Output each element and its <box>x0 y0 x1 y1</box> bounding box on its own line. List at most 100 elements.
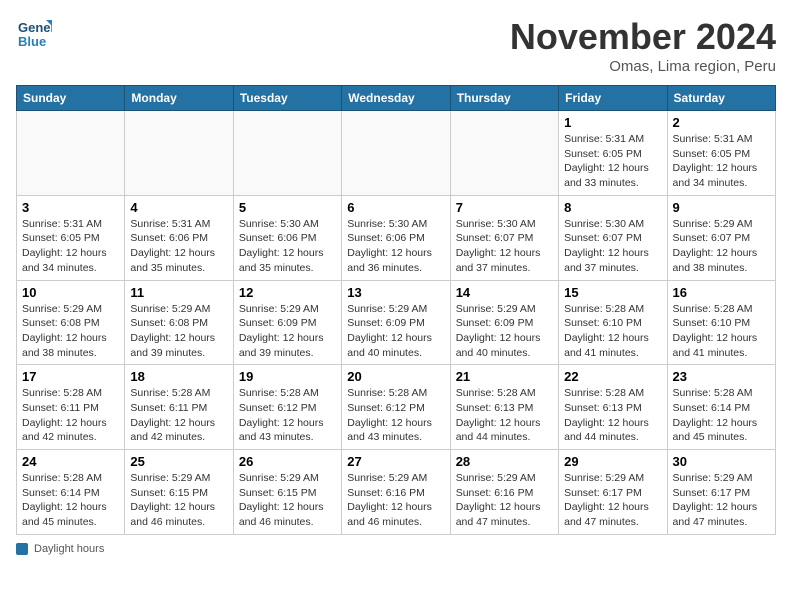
logo-icon: General Blue <box>16 16 52 52</box>
day-number: 5 <box>239 200 336 215</box>
day-info: Sunrise: 5:30 AM Sunset: 6:06 PM Dayligh… <box>239 217 336 276</box>
calendar-cell: 24Sunrise: 5:28 AM Sunset: 6:14 PM Dayli… <box>17 450 125 535</box>
day-info: Sunrise: 5:31 AM Sunset: 6:05 PM Dayligh… <box>673 132 770 191</box>
day-info: Sunrise: 5:29 AM Sunset: 6:16 PM Dayligh… <box>456 471 553 530</box>
weekday-header-wednesday: Wednesday <box>342 86 450 111</box>
day-number: 30 <box>673 454 770 469</box>
calendar-cell: 6 Sunrise: 5:30 AM Sunset: 6:06 PM Daylig… <box>342 195 450 280</box>
calendar-week-2: 10 Sunrise: 5:29 AM Sunset: 6:08 PM Dayli… <box>17 280 776 365</box>
day-number: 20 <box>347 369 444 384</box>
day-info: Sunrise: 5:31 AM Sunset: 6:05 PM Dayligh… <box>564 132 661 191</box>
weekday-header-tuesday: Tuesday <box>233 86 341 111</box>
day-number: 21 <box>456 369 553 384</box>
day-info: Sunrise: 5:29 AM Sunset: 6:09 PM Dayligh… <box>347 302 444 361</box>
day-info: Sunrise: 5:28 AM Sunset: 6:12 PM Dayligh… <box>347 386 444 445</box>
calendar-cell: 17 Sunrise: 5:28 AM Sunset: 6:11 PM Dayli… <box>17 365 125 450</box>
calendar-footer: Daylight hours <box>16 543 776 555</box>
day-number: 26 <box>239 454 336 469</box>
day-info: Sunrise: 5:28 AM Sunset: 6:14 PM Dayligh… <box>673 386 770 445</box>
day-info: Sunrise: 5:29 AM Sunset: 6:08 PM Dayligh… <box>130 302 227 361</box>
calendar-cell <box>342 111 450 196</box>
day-number: 29 <box>564 454 661 469</box>
weekday-header-friday: Friday <box>559 86 667 111</box>
calendar-cell <box>233 111 341 196</box>
day-number: 18 <box>130 369 227 384</box>
day-info: Sunrise: 5:30 AM Sunset: 6:07 PM Dayligh… <box>456 217 553 276</box>
calendar-week-4: 24Sunrise: 5:28 AM Sunset: 6:14 PM Dayli… <box>17 450 776 535</box>
day-number: 1 <box>564 115 661 130</box>
calendar-cell: 16Sunrise: 5:28 AM Sunset: 6:10 PM Dayli… <box>667 280 775 365</box>
day-info: Sunrise: 5:30 AM Sunset: 6:06 PM Dayligh… <box>347 217 444 276</box>
day-number: 28 <box>456 454 553 469</box>
calendar-table: SundayMondayTuesdayWednesdayThursdayFrid… <box>16 85 776 535</box>
day-info: Sunrise: 5:30 AM Sunset: 6:07 PM Dayligh… <box>564 217 661 276</box>
calendar-cell: 7Sunrise: 5:30 AM Sunset: 6:07 PM Daylig… <box>450 195 558 280</box>
day-info: Sunrise: 5:28 AM Sunset: 6:10 PM Dayligh… <box>673 302 770 361</box>
calendar-week-0: 1 Sunrise: 5:31 AM Sunset: 6:05 PM Daylig… <box>17 111 776 196</box>
calendar-cell: 4 Sunrise: 5:31 AM Sunset: 6:06 PM Daylig… <box>125 195 233 280</box>
calendar-body: 1 Sunrise: 5:31 AM Sunset: 6:05 PM Daylig… <box>17 111 776 535</box>
calendar-cell <box>125 111 233 196</box>
calendar-cell: 26 Sunrise: 5:29 AM Sunset: 6:15 PM Dayli… <box>233 450 341 535</box>
day-number: 27 <box>347 454 444 469</box>
day-number: 22 <box>564 369 661 384</box>
calendar-week-1: 3 Sunrise: 5:31 AM Sunset: 6:05 PM Daylig… <box>17 195 776 280</box>
weekday-header-thursday: Thursday <box>450 86 558 111</box>
calendar-cell <box>450 111 558 196</box>
day-number: 13 <box>347 285 444 300</box>
day-number: 23 <box>673 369 770 384</box>
header: General Blue November 2024 Omas, Lima re… <box>16 16 776 75</box>
calendar-cell: 18Sunrise: 5:28 AM Sunset: 6:11 PM Dayli… <box>125 365 233 450</box>
day-info: Sunrise: 5:29 AM Sunset: 6:09 PM Dayligh… <box>456 302 553 361</box>
day-number: 6 <box>347 200 444 215</box>
calendar-cell: 14 Sunrise: 5:29 AM Sunset: 6:09 PM Dayli… <box>450 280 558 365</box>
calendar-cell: 20 Sunrise: 5:28 AM Sunset: 6:12 PM Dayli… <box>342 365 450 450</box>
calendar-cell: 21Sunrise: 5:28 AM Sunset: 6:13 PM Dayli… <box>450 365 558 450</box>
calendar-cell: 29 Sunrise: 5:29 AM Sunset: 6:17 PM Dayli… <box>559 450 667 535</box>
day-number: 19 <box>239 369 336 384</box>
calendar-cell: 9Sunrise: 5:29 AM Sunset: 6:07 PM Daylig… <box>667 195 775 280</box>
calendar-header: SundayMondayTuesdayWednesdayThursdayFrid… <box>17 86 776 111</box>
day-info: Sunrise: 5:29 AM Sunset: 6:07 PM Dayligh… <box>673 217 770 276</box>
day-number: 4 <box>130 200 227 215</box>
day-number: 2 <box>673 115 770 130</box>
calendar-cell: 27Sunrise: 5:29 AM Sunset: 6:16 PM Dayli… <box>342 450 450 535</box>
title-block: November 2024 Omas, Lima region, Peru <box>510 16 776 75</box>
calendar-week-3: 17 Sunrise: 5:28 AM Sunset: 6:11 PM Dayli… <box>17 365 776 450</box>
day-info: Sunrise: 5:28 AM Sunset: 6:11 PM Dayligh… <box>22 386 119 445</box>
day-info: Sunrise: 5:29 AM Sunset: 6:08 PM Dayligh… <box>22 302 119 361</box>
day-number: 10 <box>22 285 119 300</box>
weekday-header-saturday: Saturday <box>667 86 775 111</box>
calendar-cell: 25Sunrise: 5:29 AM Sunset: 6:15 PM Dayli… <box>125 450 233 535</box>
calendar-cell: 28 Sunrise: 5:29 AM Sunset: 6:16 PM Dayli… <box>450 450 558 535</box>
day-number: 8 <box>564 200 661 215</box>
weekday-header-monday: Monday <box>125 86 233 111</box>
day-info: Sunrise: 5:31 AM Sunset: 6:05 PM Dayligh… <box>22 217 119 276</box>
svg-text:General: General <box>18 20 52 35</box>
calendar-cell: 11Sunrise: 5:29 AM Sunset: 6:08 PM Dayli… <box>125 280 233 365</box>
calendar-cell: 15Sunrise: 5:28 AM Sunset: 6:10 PM Dayli… <box>559 280 667 365</box>
calendar-cell: 23 Sunrise: 5:28 AM Sunset: 6:14 PM Dayli… <box>667 365 775 450</box>
daylight-label: Daylight hours <box>34 543 104 555</box>
calendar-cell: 22Sunrise: 5:28 AM Sunset: 6:13 PM Dayli… <box>559 365 667 450</box>
day-info: Sunrise: 5:28 AM Sunset: 6:12 PM Dayligh… <box>239 386 336 445</box>
calendar-cell: 12Sunrise: 5:29 AM Sunset: 6:09 PM Dayli… <box>233 280 341 365</box>
day-info: Sunrise: 5:31 AM Sunset: 6:06 PM Dayligh… <box>130 217 227 276</box>
calendar-cell: 10 Sunrise: 5:29 AM Sunset: 6:08 PM Dayli… <box>17 280 125 365</box>
day-number: 3 <box>22 200 119 215</box>
calendar-cell: 8 Sunrise: 5:30 AM Sunset: 6:07 PM Daylig… <box>559 195 667 280</box>
weekday-header-sunday: Sunday <box>17 86 125 111</box>
calendar-cell: 13 Sunrise: 5:29 AM Sunset: 6:09 PM Dayli… <box>342 280 450 365</box>
day-info: Sunrise: 5:29 AM Sunset: 6:15 PM Dayligh… <box>239 471 336 530</box>
day-number: 14 <box>456 285 553 300</box>
day-number: 17 <box>22 369 119 384</box>
day-info: Sunrise: 5:29 AM Sunset: 6:17 PM Dayligh… <box>564 471 661 530</box>
calendar-cell <box>17 111 125 196</box>
calendar-cell: 19 Sunrise: 5:28 AM Sunset: 6:12 PM Dayli… <box>233 365 341 450</box>
month-title: November 2024 <box>510 16 776 58</box>
day-number: 15 <box>564 285 661 300</box>
calendar-cell: 30 Sunrise: 5:29 AM Sunset: 6:17 PM Dayli… <box>667 450 775 535</box>
daylight-dot <box>16 543 28 555</box>
day-number: 12 <box>239 285 336 300</box>
day-info: Sunrise: 5:29 AM Sunset: 6:17 PM Dayligh… <box>673 471 770 530</box>
